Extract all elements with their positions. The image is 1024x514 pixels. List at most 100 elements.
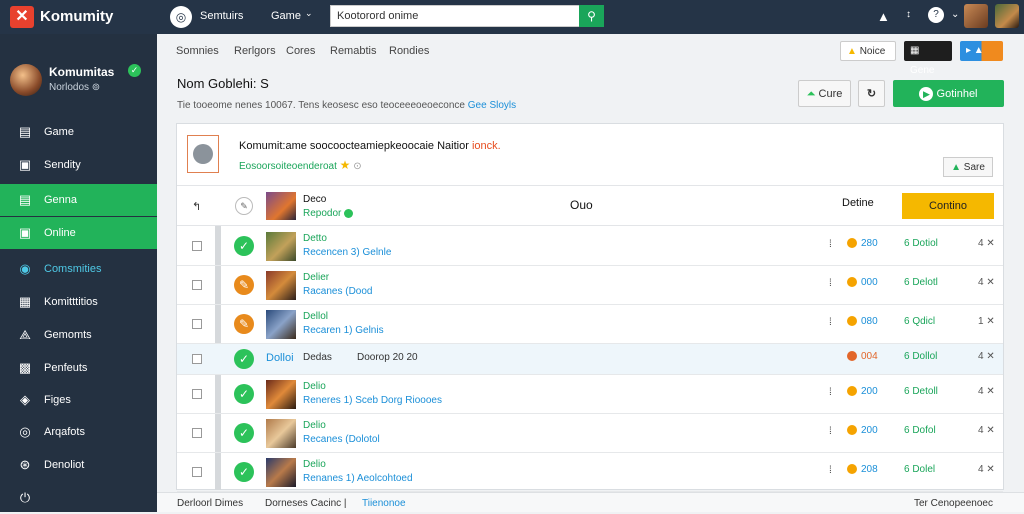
refresh-icon[interactable]: ↻ bbox=[858, 80, 885, 107]
sidebar-item-online[interactable]: ▣ Online bbox=[0, 217, 157, 249]
app-logo-icon[interactable]: ✕ bbox=[10, 6, 34, 28]
share-button[interactable]: ▲ Sare bbox=[943, 157, 993, 177]
sidebar-item-icon: ▣ bbox=[18, 225, 32, 240]
close-icon[interactable]: 4 ✕ bbox=[978, 386, 995, 397]
gene-button[interactable]: ▦ Gene bbox=[904, 41, 952, 76]
cart-button[interactable]: ⏶ Cure bbox=[798, 80, 851, 107]
check-icon: ✓ bbox=[234, 384, 254, 404]
close-icon[interactable]: 1 ✕ bbox=[978, 316, 995, 327]
row-checkbox[interactable] bbox=[192, 354, 202, 364]
row-checkbox[interactable] bbox=[192, 319, 202, 329]
brand-name[interactable]: Komumity bbox=[40, 8, 113, 25]
continue-button[interactable]: Contino bbox=[902, 193, 994, 219]
row-checkbox[interactable] bbox=[192, 241, 202, 251]
tab-rondies[interactable]: Rondies bbox=[389, 45, 429, 57]
table-row[interactable]: ✓ Delio Recanes (Dolotol ⁞ 200 6 Dofol 4 ✕ bbox=[177, 414, 1003, 453]
row-checkbox[interactable] bbox=[192, 280, 202, 290]
footer-link[interactable]: Tiienonoe bbox=[362, 498, 406, 509]
wrench-icon: ✎ bbox=[234, 314, 254, 334]
star-icon[interactable]: ★ bbox=[340, 158, 351, 172]
sidebar-item-denoliot[interactable]: ⊛ Denoliot bbox=[0, 449, 157, 481]
subtitle-link[interactable]: Gee Sloyls bbox=[468, 100, 516, 111]
help-icon[interactable]: ? bbox=[928, 7, 944, 23]
row-status: 6 Dotiol bbox=[904, 238, 938, 249]
tab-cores[interactable]: Cores bbox=[286, 45, 315, 57]
row-marker: ⁞ bbox=[829, 278, 832, 289]
row-name[interactable]: Delio bbox=[303, 420, 326, 431]
footer-left[interactable]: Derloorl Dimes bbox=[177, 498, 243, 509]
sidebar-item-game[interactable]: ▤ Game bbox=[0, 116, 157, 148]
row-checkbox[interactable] bbox=[192, 428, 202, 438]
close-icon[interactable]: 4 ✕ bbox=[978, 238, 995, 249]
chevron-down-icon[interactable]: ⌄ bbox=[951, 9, 959, 20]
tab-rerlgors[interactable]: Rerlgors bbox=[234, 45, 276, 57]
tab-remabtis[interactable]: Remabtis bbox=[330, 45, 376, 57]
tab-somnies[interactable]: Somnies bbox=[176, 45, 219, 57]
card-title: Komumit:ame soocoocteamiepkeoocaie Naiti… bbox=[239, 140, 501, 152]
sidebar-item-genna[interactable]: ▤ Genna bbox=[0, 184, 157, 216]
close-icon[interactable]: 4 ✕ bbox=[978, 351, 995, 362]
share-split-button[interactable]: ▸ ▲ bbox=[960, 41, 1003, 61]
sidebar-item-figes[interactable]: ◈ Figes bbox=[0, 384, 157, 416]
row-name[interactable]: Dolloi bbox=[266, 352, 294, 364]
row-status: 6 Detoll bbox=[904, 386, 938, 397]
sidebar-item-icon: ▤ bbox=[18, 124, 32, 139]
sidebar-item-penfeuts[interactable]: ▩ Penfeuts bbox=[0, 352, 157, 384]
table-row[interactable]: ✓ Delio Renanes 1) Aeolcohtoed ⁞ 208 6 Dolel 4… bbox=[177, 453, 1003, 492]
table-row[interactable]: ✓ Detto Recencen 3) Gelnle ⁞ 280 6 Dotiol 4 ✕ bbox=[177, 227, 1003, 266]
game-controller-icon[interactable]: ◎ bbox=[170, 6, 192, 28]
search-input[interactable] bbox=[330, 5, 580, 27]
info-icon[interactable]: ⊙ bbox=[353, 161, 361, 172]
row-sub: Dedas bbox=[303, 352, 332, 363]
online-button[interactable]: ▶ Gotinhel bbox=[893, 80, 1004, 107]
sidebar-item-label: Figes bbox=[44, 394, 71, 406]
sidebar-item-power[interactable]: ⏻ bbox=[0, 482, 157, 514]
footer-right[interactable]: Ter Cenopeenoec bbox=[914, 498, 993, 509]
sidebar-item-icon: ▩ bbox=[18, 360, 32, 375]
row-checkbox[interactable] bbox=[192, 389, 202, 399]
coin-icon bbox=[847, 386, 857, 397]
close-icon[interactable]: 4 ✕ bbox=[978, 277, 995, 288]
close-icon[interactable]: 4 ✕ bbox=[978, 425, 995, 436]
chevron-down-icon[interactable]: ⌄ bbox=[305, 8, 313, 19]
row-name[interactable]: Delier bbox=[303, 272, 329, 283]
profile-subtitle: Norlodos ⊚ bbox=[49, 82, 101, 93]
row-name[interactable]: Dellol bbox=[303, 311, 328, 322]
row-marker: ⁞ bbox=[829, 239, 832, 250]
user-icon[interactable]: ▲ bbox=[877, 9, 890, 24]
profile-card[interactable]: Komumitas ✓ Norlodos ⊚ bbox=[0, 34, 157, 112]
table-row[interactable]: ✓ Dolloi Dedas Doorop 20 20 004 6 Dollol 4 ✕ bbox=[177, 344, 1003, 375]
top-link-semtuirs[interactable]: Semtuirs bbox=[200, 10, 243, 22]
sort-icon[interactable]: ↕ bbox=[906, 9, 911, 20]
avatar[interactable] bbox=[995, 4, 1019, 28]
avatar[interactable] bbox=[964, 4, 988, 28]
sidebar-item-arqafots[interactable]: ◎ Arqafots bbox=[0, 416, 157, 448]
row-name[interactable]: Detto bbox=[303, 233, 327, 244]
table-row[interactable]: ✓ Delio Reneres 1) Sceb Dorg Rioooes ⁞ 200 6 … bbox=[177, 375, 1003, 414]
bell-icon: ▲ bbox=[847, 46, 857, 57]
footer: Derloorl Dimes Dorneses Cacinc | Tiienon… bbox=[157, 492, 1024, 512]
row-status: 6 Delotl bbox=[904, 277, 938, 288]
table-row[interactable]: ✎ Delier Racanes (Dood ⁞ 000 6 Delotl 4 ✕ bbox=[177, 266, 1003, 305]
sidebar-item-label: Arqafots bbox=[44, 426, 85, 438]
card-header: Komumit:ame soocoocteamiepkeoocaie Naiti… bbox=[177, 124, 1003, 186]
sidebar-item-gemomts[interactable]: ⟁ Gemomts bbox=[0, 319, 157, 351]
settings-icon[interactable]: ✎ bbox=[235, 197, 253, 215]
notice-button[interactable]: ▲ Noice bbox=[840, 41, 896, 61]
close-icon[interactable]: 4 ✕ bbox=[978, 464, 995, 475]
sidebar-item-komitttitios[interactable]: ▦ Komitttitios bbox=[0, 286, 157, 318]
sidebar-item-comsmities[interactable]: ◉ Comsmities bbox=[0, 253, 157, 285]
top-link-game[interactable]: Game bbox=[271, 10, 301, 22]
sort-icon[interactable]: ↰ bbox=[192, 200, 201, 213]
row-marker: ⁞ bbox=[829, 465, 832, 476]
search-button[interactable]: ⚲ bbox=[579, 5, 604, 27]
row-name[interactable]: Delio bbox=[303, 459, 326, 470]
row-checkbox[interactable] bbox=[192, 467, 202, 477]
coin-value: 208 bbox=[847, 464, 878, 475]
coin-icon bbox=[847, 238, 857, 249]
row-name[interactable]: Delio bbox=[303, 381, 326, 392]
sidebar-item-sendity[interactable]: ▣ Sendity bbox=[0, 149, 157, 181]
coin-icon bbox=[847, 316, 857, 327]
table-row[interactable]: ✎ Dellol Recaren 1) Gelnis ⁞ 080 6 Qdicl 1 ✕ bbox=[177, 305, 1003, 344]
game-thumbnail bbox=[266, 458, 296, 487]
